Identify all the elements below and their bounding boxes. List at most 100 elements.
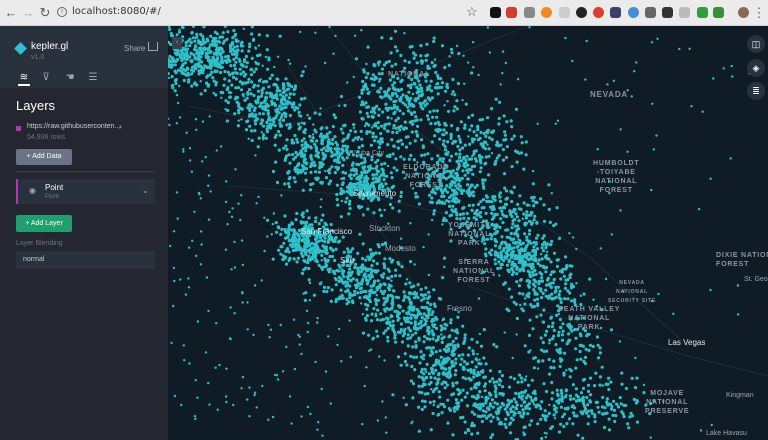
data-point xyxy=(578,349,582,354)
data-point xyxy=(433,58,437,61)
data-point xyxy=(304,266,308,270)
extension-icon[interactable] xyxy=(541,7,552,18)
data-point xyxy=(264,96,268,100)
data-point xyxy=(234,39,239,43)
extension-icon[interactable] xyxy=(576,7,587,18)
data-point xyxy=(288,175,292,180)
data-point xyxy=(432,212,436,216)
share-icon[interactable] xyxy=(148,42,158,51)
extension-icon[interactable] xyxy=(610,7,621,18)
layer-visibility-icon[interactable]: ◈ xyxy=(747,59,765,77)
data-point xyxy=(253,83,257,87)
data-point xyxy=(409,354,413,358)
data-point xyxy=(445,323,449,327)
info-icon[interactable]: i xyxy=(57,7,67,17)
extension-icon[interactable] xyxy=(559,7,570,18)
region-label: NATIONAL xyxy=(388,71,431,78)
data-point xyxy=(502,172,507,176)
data-point xyxy=(223,59,227,63)
layer-blending-select[interactable]: normal xyxy=(16,251,155,269)
split-map-icon[interactable]: ◫ xyxy=(747,35,765,53)
data-point xyxy=(574,336,578,340)
back-icon[interactable]: ← xyxy=(4,6,18,20)
data-point xyxy=(399,363,403,367)
extension-icon[interactable] xyxy=(524,7,535,18)
data-point xyxy=(428,400,432,404)
extension-icon[interactable] xyxy=(628,7,639,18)
data-point xyxy=(435,386,439,390)
data-point xyxy=(477,213,481,217)
data-point xyxy=(472,130,476,134)
data-point xyxy=(224,200,228,204)
add-layer-button[interactable]: + Add Layer xyxy=(16,215,72,232)
data-point xyxy=(376,334,380,338)
tab-map-settings-icon[interactable]: ☰ xyxy=(87,72,99,84)
data-point xyxy=(320,259,323,262)
add-data-button[interactable]: + Add Data xyxy=(16,149,72,165)
data-point xyxy=(298,343,301,346)
data-point xyxy=(191,69,196,73)
extension-icon[interactable] xyxy=(679,7,690,18)
collapse-sidebar-button[interactable]: ‹ xyxy=(172,37,182,49)
data-point xyxy=(432,400,436,404)
data-point xyxy=(604,277,608,281)
data-point xyxy=(484,211,488,215)
data-point xyxy=(519,395,523,399)
data-point xyxy=(208,403,211,406)
data-point xyxy=(310,139,314,143)
extension-icon[interactable] xyxy=(713,7,724,18)
chevron-down-icon[interactable]: ⌄ xyxy=(142,186,149,195)
data-point xyxy=(532,204,536,208)
data-point xyxy=(527,333,532,337)
map-canvas[interactable]: NEVADA ELDORADO NATIONAL FOREST HUMBOLDT… xyxy=(168,26,768,440)
extension-icon[interactable] xyxy=(506,7,517,18)
data-point xyxy=(356,135,361,139)
tab-filters-icon[interactable]: ⊽ xyxy=(40,72,52,84)
data-point xyxy=(552,328,556,332)
data-point xyxy=(441,219,445,223)
layer-panel[interactable]: ◉ Point Point ⌄ xyxy=(16,179,155,204)
data-point xyxy=(433,376,437,380)
data-point xyxy=(463,339,467,343)
extension-icon[interactable] xyxy=(593,7,604,18)
data-point xyxy=(487,154,491,158)
extension-icon[interactable] xyxy=(662,7,673,18)
data-point xyxy=(590,411,594,415)
extension-icon[interactable] xyxy=(697,7,708,18)
data-point xyxy=(548,338,552,342)
data-point xyxy=(309,154,313,158)
avatar[interactable] xyxy=(738,7,749,18)
data-point xyxy=(550,239,554,243)
extension-icon[interactable] xyxy=(645,7,656,18)
data-point xyxy=(511,356,514,360)
data-point xyxy=(424,58,428,63)
tab-layers-icon[interactable]: ≋ xyxy=(18,72,30,86)
dataset-item[interactable]: https://raw.githubuserconten... › 54,936… xyxy=(16,122,156,143)
data-point xyxy=(408,45,412,49)
reload-icon[interactable]: ↻ xyxy=(38,6,52,20)
eye-icon[interactable]: ◉ xyxy=(29,186,36,195)
data-point xyxy=(314,176,318,180)
data-point xyxy=(334,34,337,38)
bookmark-star-icon[interactable]: ☆ xyxy=(466,4,478,20)
chevron-right-icon[interactable]: › xyxy=(119,122,122,131)
data-point xyxy=(257,136,261,140)
extension-icon[interactable] xyxy=(490,7,501,18)
tab-interactions-icon[interactable]: ☚ xyxy=(64,72,76,84)
data-point xyxy=(300,143,304,147)
menu-icon[interactable]: ⋮ xyxy=(752,6,766,20)
forward-icon[interactable]: → xyxy=(21,6,35,20)
data-point xyxy=(238,67,242,71)
address-bar[interactable]: localhost:8080/#/ xyxy=(72,6,161,17)
data-point xyxy=(240,194,243,197)
data-point xyxy=(302,258,306,263)
data-point xyxy=(193,210,196,213)
side-panel: kepler.gl v1.0 Share ≋ ⊽ ☚ ☰ Layers http… xyxy=(0,26,168,440)
legend-icon[interactable]: ≣ xyxy=(747,82,765,100)
data-point xyxy=(173,279,176,283)
share-button[interactable]: Share xyxy=(124,44,145,53)
data-point xyxy=(392,289,396,293)
data-point xyxy=(316,428,319,431)
data-point xyxy=(248,106,252,110)
data-point xyxy=(375,178,379,182)
